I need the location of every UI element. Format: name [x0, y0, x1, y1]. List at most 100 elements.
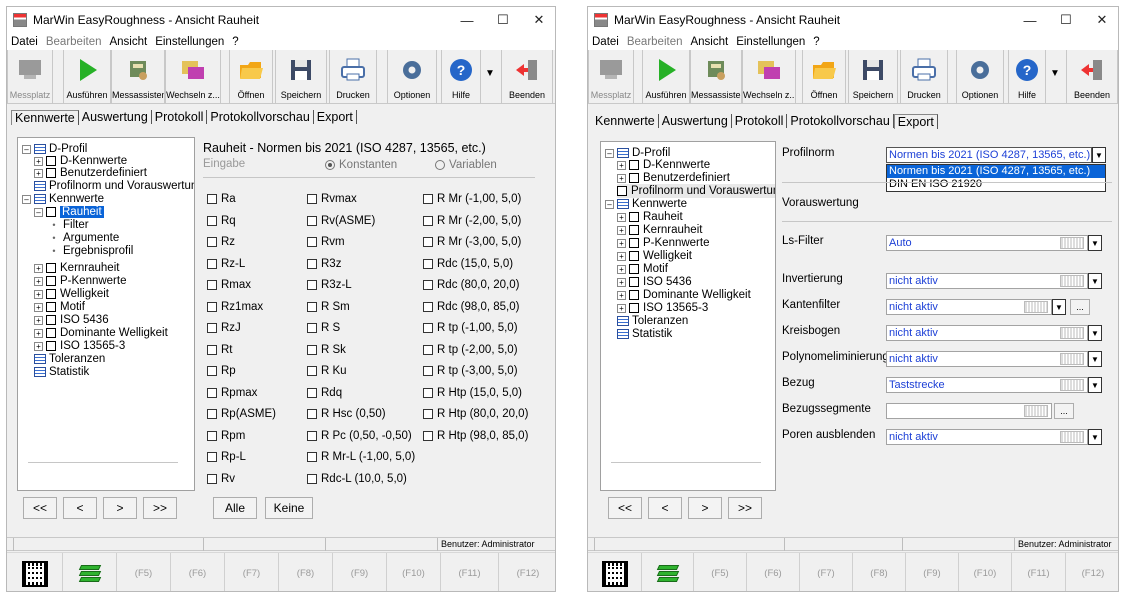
chevron-down-icon[interactable]: ▼	[1088, 325, 1102, 341]
kennwert-checkbox-item[interactable]: Rdc-L (10,0, 5,0)	[307, 473, 407, 485]
kennwert-checkbox-item[interactable]: R Htp (15,0, 5,0)	[423, 387, 522, 399]
checkbox[interactable]	[629, 238, 639, 248]
fkey-f8[interactable]: (F8)	[853, 553, 906, 591]
speichern-button[interactable]: Speichern	[275, 50, 327, 104]
checkbox[interactable]	[629, 173, 639, 183]
expand-icon[interactable]: +	[617, 290, 626, 300]
tree-node-kernrauheit[interactable]: + Kernrauheit	[617, 223, 702, 237]
kennwert-checkbox-item[interactable]: R3z	[307, 258, 341, 270]
kennwert-checkbox-item[interactable]: Rv	[207, 473, 235, 485]
checkbox[interactable]	[423, 237, 433, 247]
wechseln-button[interactable]: Wechseln z...	[742, 50, 796, 104]
fkey-f10[interactable]: (F10)	[959, 553, 1012, 591]
checkbox[interactable]	[46, 263, 56, 273]
kennwert-checkbox-item[interactable]: R Htp (80,0, 20,0)	[423, 408, 528, 420]
expand-icon[interactable]: +	[617, 160, 626, 170]
tree-node-dominante-welligkeit[interactable]: + Dominante Welligkeit	[34, 326, 168, 340]
radio-konstanten[interactable]: Konstanten	[325, 159, 397, 171]
checkbox[interactable]	[307, 237, 317, 247]
checkbox[interactable]	[307, 194, 317, 204]
checkbox[interactable]	[307, 473, 317, 484]
expand-icon[interactable]: +	[617, 212, 626, 222]
fkey-f8[interactable]: (F8)	[279, 553, 333, 591]
hilfe-button[interactable]: ? Hilfe	[441, 50, 481, 104]
keyboard-icon[interactable]	[1060, 353, 1084, 365]
menu-bearbeiten[interactable]: Bearbeiten	[623, 36, 687, 48]
kennwert-checkbox-item[interactable]: Ra	[207, 193, 236, 205]
kennwert-checkbox-item[interactable]: Rdc (15,0, 5,0)	[423, 258, 513, 270]
chevron-down-icon[interactable]: ▼	[1088, 235, 1102, 251]
close-button[interactable]: ✕	[1084, 7, 1118, 33]
tree-node-benutzerdefiniert[interactable]: + Benutzerdefiniert	[617, 171, 730, 185]
checkbox[interactable]	[46, 302, 56, 312]
kennwert-checkbox-item[interactable]: Rpmax	[207, 387, 257, 399]
checkbox[interactable]	[207, 452, 217, 462]
kennwert-checkbox-item[interactable]: Rvm	[307, 236, 345, 248]
checkbox[interactable]	[423, 430, 433, 441]
tree-node-profilnorm[interactable]: Profilnorm und Vorauswertung	[34, 179, 194, 193]
tree-node-kernrauheit[interactable]: + Kernrauheit	[34, 261, 119, 275]
nav-prev-button[interactable]: <	[648, 497, 682, 519]
collapse-icon[interactable]: –	[22, 144, 31, 154]
kennwert-checkbox-item[interactable]: Rdc (98,0, 85,0)	[423, 301, 519, 313]
property-field[interactable]: nicht aktiv	[886, 273, 1088, 289]
hilfe-button[interactable]: ? Hilfe	[1008, 50, 1046, 104]
hilfe-dropdown-icon[interactable]: ▼	[1050, 68, 1060, 79]
checkbox[interactable]	[207, 409, 217, 419]
menu-einstellungen[interactable]: Einstellungen	[732, 36, 809, 48]
checkbox[interactable]	[207, 237, 217, 247]
tree-node-dominante-welligkeit[interactable]: + Dominante Welligkeit	[617, 288, 751, 302]
tree-node-d-kennwerte[interactable]: + D-Kennwerte	[617, 158, 710, 172]
checkbox[interactable]	[207, 366, 217, 376]
checkbox[interactable]	[423, 387, 433, 398]
alle-button[interactable]: Alle	[213, 497, 257, 519]
tree-node-p-kennwerte[interactable]: + P-Kennwerte	[34, 274, 126, 288]
checkbox[interactable]	[46, 289, 56, 299]
tree-node-kennwerte[interactable]: – Kennwerte	[22, 192, 104, 206]
close-button[interactable]: ✕	[521, 7, 555, 33]
chevron-down-icon[interactable]: ▼	[1088, 429, 1102, 445]
tab-protokollvorschau[interactable]: Protokollvorschau	[787, 114, 894, 128]
kennwert-checkbox-item[interactable]: R tp (-2,00, 5,0)	[423, 344, 518, 356]
checkbox[interactable]	[207, 194, 217, 204]
nav-first-button[interactable]: <<	[608, 497, 642, 519]
expand-icon[interactable]: +	[34, 156, 43, 166]
profilnorm-select[interactable]: Normen bis 2021 (ISO 4287, 13565, etc.)	[886, 147, 1092, 163]
fkey-f6[interactable]: (F6)	[747, 553, 800, 591]
menu-datei[interactable]: Datei	[7, 36, 42, 48]
keyboard-icon[interactable]	[1060, 275, 1084, 287]
fkey-f9[interactable]: (F9)	[906, 553, 959, 591]
keyboard-icon[interactable]	[1060, 327, 1084, 339]
chevron-down-icon[interactable]: ▼	[1052, 299, 1066, 315]
maximize-button[interactable]: ☐	[1048, 7, 1084, 33]
checkbox[interactable]	[46, 207, 56, 217]
checkbox[interactable]	[629, 277, 639, 287]
drucken-button[interactable]: Drucken	[329, 50, 377, 104]
tree-node-iso-13565-3[interactable]: + ISO 13565-3	[34, 339, 125, 353]
ausfuehren-button[interactable]: Ausführen	[63, 50, 111, 104]
expand-icon[interactable]: +	[617, 277, 626, 287]
menu-ansicht[interactable]: Ansicht	[105, 36, 151, 48]
tree-node-rauheit[interactable]: – Rauheit	[34, 205, 104, 219]
collapse-icon[interactable]: –	[34, 207, 43, 217]
keyboard-icon[interactable]	[1024, 301, 1048, 313]
checkbox[interactable]	[46, 341, 56, 351]
kennwert-checkbox-item[interactable]: RzJ	[207, 322, 241, 334]
tree-node-statistik[interactable]: Statistik	[34, 365, 89, 379]
oeffnen-button[interactable]: Öffnen	[802, 50, 846, 104]
checkbox[interactable]	[423, 258, 433, 269]
profilnorm-option[interactable]: DIN EN ISO 21920	[887, 178, 1105, 191]
expand-icon[interactable]: +	[617, 303, 626, 313]
beenden-button[interactable]: Beenden	[501, 50, 553, 104]
property-field[interactable]: Taststrecke	[886, 377, 1088, 393]
tree-node-toleranzen[interactable]: Toleranzen	[34, 352, 105, 366]
minimize-button[interactable]: —	[1012, 7, 1048, 33]
expand-icon[interactable]: +	[34, 302, 43, 312]
tab-auswertung[interactable]: Auswertung	[79, 110, 152, 124]
kennwert-checkbox-item[interactable]: R Mr (-2,00, 5,0)	[423, 215, 521, 227]
kennwert-checkbox-item[interactable]: R Hsc (0,50)	[307, 408, 386, 420]
kennwert-checkbox-item[interactable]: Rpm	[207, 430, 245, 442]
tab-auswertung[interactable]: Auswertung	[659, 114, 732, 128]
tree-node-toleranzen[interactable]: Toleranzen	[617, 314, 688, 328]
expand-icon[interactable]: +	[617, 238, 626, 248]
